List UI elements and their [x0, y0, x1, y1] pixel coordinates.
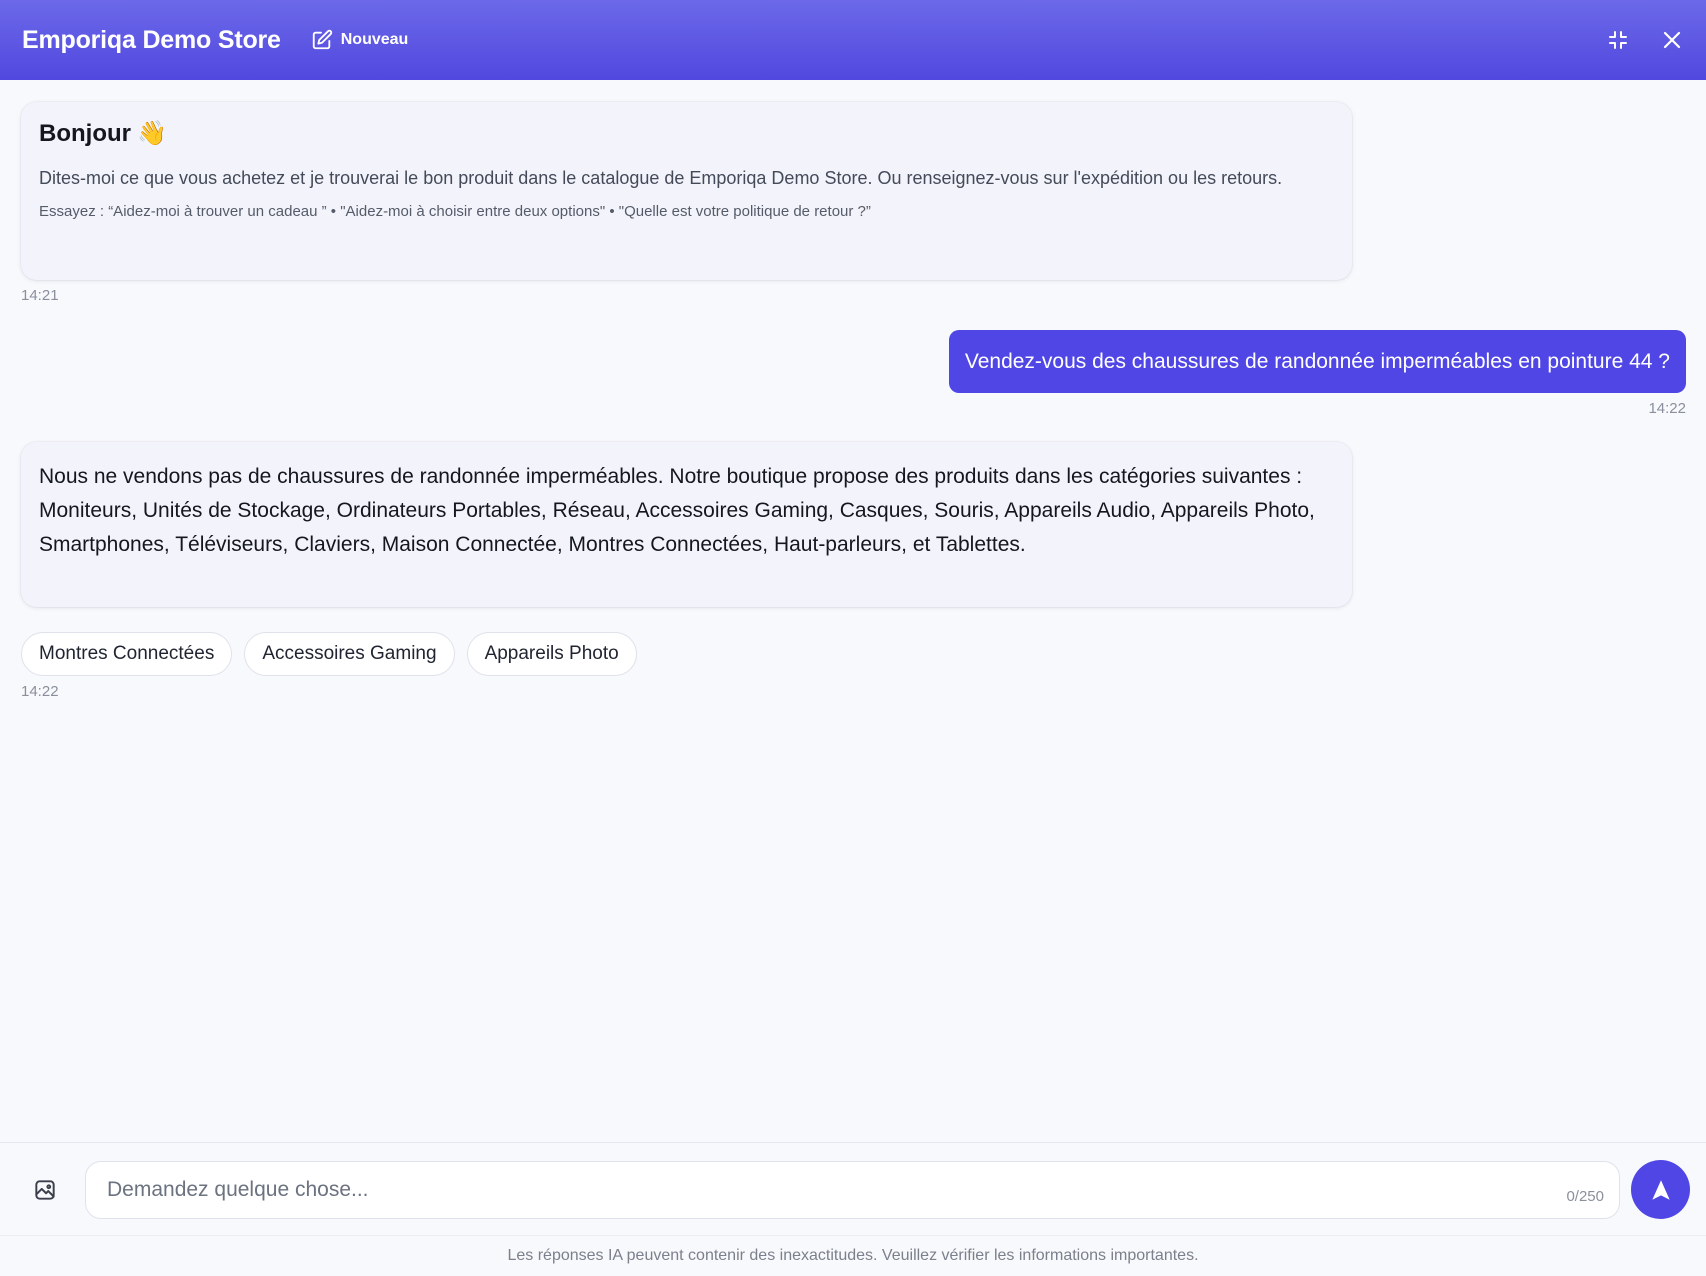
message-list: Bonjour 👋 Dites-moi ce que vous achetez …: [0, 80, 1706, 1142]
minimize-icon[interactable]: [1606, 28, 1630, 52]
store-title: Emporiqa Demo Store: [22, 25, 281, 54]
welcome-suggestions: Essayez : “Aidez-moi à trouver un cadeau…: [39, 203, 871, 220]
user-message: Vendez-vous des chaussures de randonnée …: [948, 330, 1686, 393]
bot-message: Nous ne vendons pas de chaussures de ran…: [21, 442, 1352, 607]
chat-window: Emporiqa Demo Store Nouveau Bonjour 👋 Di…: [0, 0, 1706, 1276]
new-conversation-button[interactable]: Nouveau: [311, 29, 409, 51]
ai-disclaimer: Les réponses IA peuvent contenir des ine…: [0, 1235, 1706, 1276]
welcome-greeting: Bonjour: [39, 119, 131, 147]
message-timestamp: 14:21: [21, 287, 59, 304]
message-timestamp: 14:22: [1648, 400, 1686, 417]
message-input-wrapper: 0/250: [85, 1161, 1620, 1219]
composer: 0/250: [0, 1142, 1706, 1235]
chat-header: Emporiqa Demo Store Nouveau: [0, 0, 1706, 80]
welcome-message: Bonjour 👋 Dites-moi ce que vous achetez …: [21, 102, 1352, 280]
send-icon: [1648, 1177, 1674, 1203]
suggestion-chip[interactable]: Accessoires Gaming: [244, 632, 455, 676]
message-timestamp: 14:22: [21, 683, 59, 700]
send-button[interactable]: [1631, 1160, 1690, 1219]
suggestion-chip[interactable]: Montres Connectées: [21, 632, 233, 676]
suggestion-chip[interactable]: Appareils Photo: [466, 632, 637, 676]
edit-icon: [311, 29, 333, 51]
message-input[interactable]: [86, 1162, 1619, 1218]
new-conversation-label: Nouveau: [340, 31, 409, 48]
bot-message-text: Nous ne vendons pas de chaussures de ran…: [39, 465, 1315, 556]
character-counter: 0/250: [1566, 1188, 1604, 1205]
suggestion-chips: Montres Connectées Accessoires Gaming Ap…: [21, 632, 637, 676]
close-icon[interactable]: [1660, 28, 1684, 52]
waving-hand-icon: 👋: [136, 120, 167, 147]
welcome-body: Dites-moi ce que vous achetez et je trou…: [39, 168, 1283, 188]
welcome-title: Bonjour 👋: [39, 119, 1334, 148]
header-actions: [1606, 28, 1684, 52]
image-icon[interactable]: [32, 1177, 58, 1203]
